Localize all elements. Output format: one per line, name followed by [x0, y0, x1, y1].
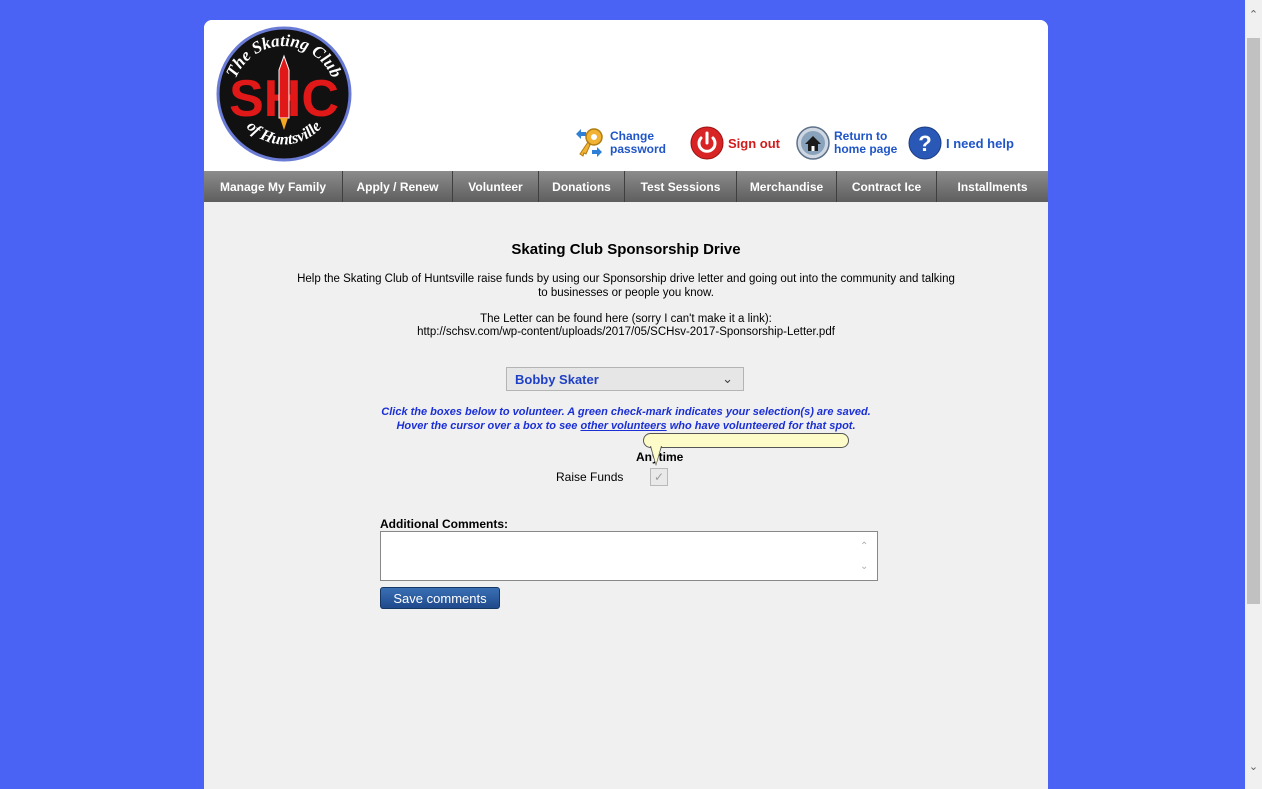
- tooltip-tail-fill: [651, 446, 661, 464]
- club-logo[interactable]: The Skating Club of Huntsville SHC: [216, 26, 352, 162]
- return-home-link[interactable]: Return to home page: [796, 126, 897, 160]
- page-container: The Skating Club of Huntsville SHC Chang…: [204, 20, 1048, 789]
- help-link[interactable]: ? I need help: [908, 126, 1014, 160]
- intro-line-2: to businesses or people you know.: [538, 287, 714, 299]
- volunteer-tooltip: [643, 433, 849, 448]
- volunteer-checkbox-raise-funds[interactable]: ✓: [650, 468, 668, 486]
- nav-item-volunteer[interactable]: Volunteer: [453, 171, 539, 202]
- return-home-label-2: home page: [834, 142, 898, 156]
- return-home-label-1: Return to: [834, 129, 888, 143]
- window-scrollbar[interactable]: ⌃ ⌄: [1245, 0, 1262, 789]
- other-volunteers-link[interactable]: other volunteers: [580, 420, 666, 432]
- home-icon: [796, 126, 830, 160]
- nav-item-manage-my-family[interactable]: Manage My Family: [204, 171, 343, 202]
- nav-item-installments[interactable]: Installments: [937, 171, 1048, 202]
- help-label: I need help: [946, 135, 1014, 151]
- check-icon: ✓: [653, 470, 665, 484]
- chevron-down-icon: ⌄: [722, 371, 733, 386]
- letter-line-1: The Letter can be found here (sorry I ca…: [480, 313, 772, 325]
- sign-out-label: Sign out: [728, 135, 780, 151]
- main-nav: Manage My Family Apply / Renew Volunteer…: [204, 171, 1048, 202]
- textarea-scroll-arrows[interactable]: ⌃ ⌄: [860, 537, 868, 577]
- member-select[interactable]: Bobby Skater ⌄: [506, 367, 744, 391]
- member-select-value: Bobby Skater: [515, 371, 599, 387]
- svg-text:?: ?: [918, 131, 931, 156]
- nav-item-test-sessions[interactable]: Test Sessions: [625, 171, 737, 202]
- question-icon: ?: [908, 126, 942, 160]
- instructions-line-1: Click the boxes below to volunteer. A gr…: [381, 406, 871, 418]
- key-icon: [576, 128, 603, 157]
- change-password-label-2: password: [610, 142, 667, 156]
- volunteer-instructions: Click the boxes below to volunteer. A gr…: [284, 405, 968, 433]
- row-label-raise-funds: Raise Funds: [556, 470, 624, 484]
- intro-line-1: Help the Skating Club of Huntsville rais…: [297, 273, 955, 285]
- scroll-down-icon[interactable]: ⌄: [1245, 758, 1262, 775]
- sign-out-link[interactable]: Sign out: [690, 126, 780, 160]
- scroll-up-icon[interactable]: ⌃: [1245, 6, 1262, 23]
- nav-item-contract-ice[interactable]: Contract Ice: [837, 171, 937, 202]
- intro-text: Help the Skating Club of Huntsville rais…: [284, 272, 968, 300]
- header: The Skating Club of Huntsville SHC Chang…: [204, 20, 1048, 171]
- instructions-line-2-pre: Hover the cursor over a box to see: [396, 420, 581, 432]
- scrollbar-thumb[interactable]: [1247, 38, 1260, 604]
- page-title: Skating Club Sponsorship Drive: [511, 241, 741, 258]
- change-password-link[interactable]: Change password: [572, 126, 666, 160]
- comments-label: Additional Comments:: [380, 517, 508, 531]
- letter-info: The Letter can be found here (sorry I ca…: [284, 313, 968, 339]
- nav-item-merchandise[interactable]: Merchandise: [737, 171, 837, 202]
- nav-item-donations[interactable]: Donations: [539, 171, 625, 202]
- power-icon: [690, 126, 724, 160]
- change-password-label-1: Change: [610, 129, 655, 143]
- nav-item-apply-renew[interactable]: Apply / Renew: [343, 171, 453, 202]
- save-comments-button[interactable]: Save comments: [380, 587, 500, 609]
- comments-textarea[interactable]: [380, 531, 878, 581]
- instructions-line-2-post: who have volunteered for that spot.: [666, 420, 856, 432]
- letter-url: http://schsv.com/wp-content/uploads/2017…: [417, 326, 835, 338]
